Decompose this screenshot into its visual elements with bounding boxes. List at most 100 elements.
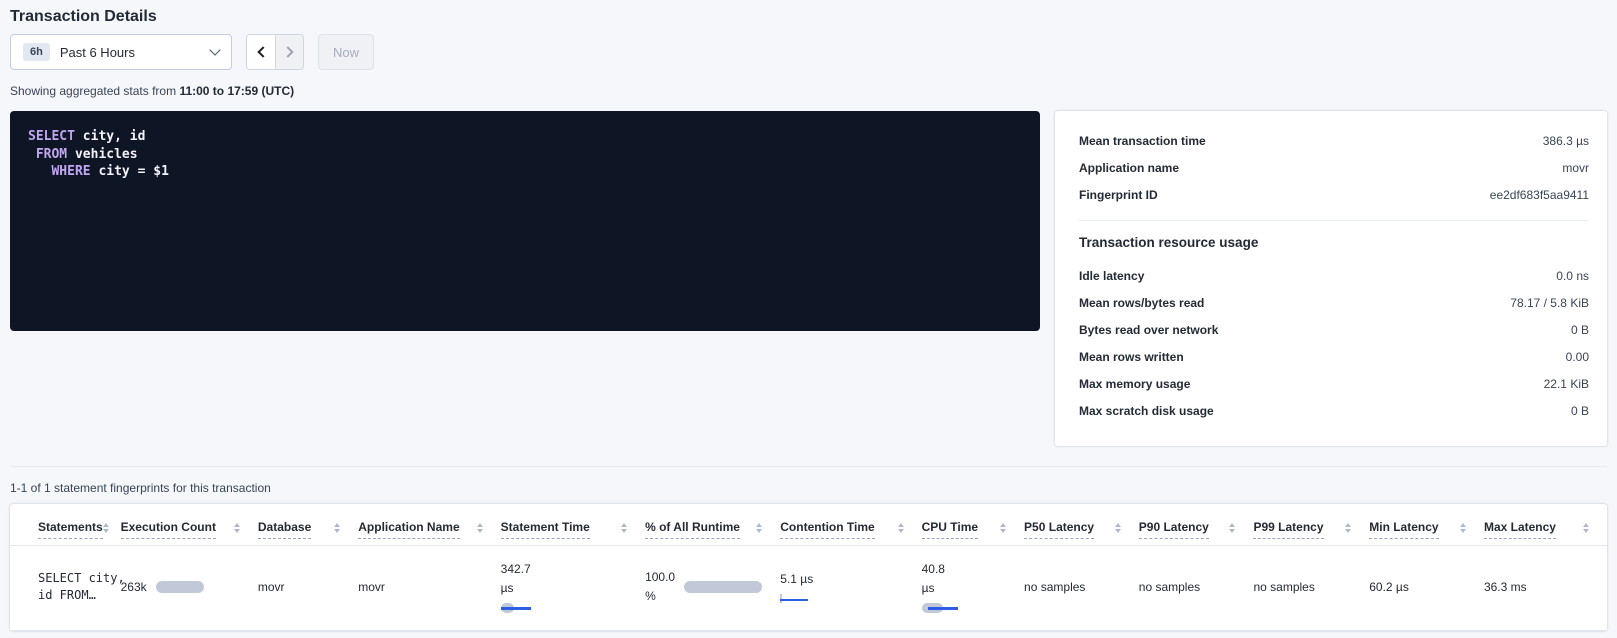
column-header-label[interactable]: P50 Latency xyxy=(1024,520,1094,539)
summary-value: 22.1 KiB xyxy=(1544,377,1589,391)
chevron-right-icon xyxy=(282,46,293,57)
time-step-buttons xyxy=(246,34,304,70)
sql-query-box: SELECT city, id FROM vehicles WHERE city… xyxy=(10,111,1040,331)
summary-value: 386.3 µs xyxy=(1543,134,1589,148)
sql-keyword: SELECT xyxy=(28,129,75,144)
column-header-label[interactable]: Statement Time xyxy=(501,520,590,539)
time-range-badge: 6h xyxy=(23,43,50,61)
column-header-label[interactable]: P90 Latency xyxy=(1139,520,1209,539)
contention-time-bar xyxy=(780,594,903,604)
summary-row: Bytes read over network 0 B xyxy=(1079,316,1589,343)
cell-p90-latency: no samples xyxy=(1139,546,1254,631)
previous-time-button[interactable] xyxy=(247,35,275,69)
column-header-statement-time[interactable]: Statement Time xyxy=(501,504,645,546)
column-header-max-latency[interactable]: Max Latency xyxy=(1484,504,1607,546)
column-header-label[interactable]: Statements xyxy=(38,520,103,539)
column-header-contention-time[interactable]: Contention Time xyxy=(780,504,921,546)
summary-value: 0.0 ns xyxy=(1556,269,1589,283)
column-header-execution-count[interactable]: Execution Count xyxy=(121,504,258,546)
cell-contention-time: 5.1 µs xyxy=(780,546,921,631)
summary-value: 0 B xyxy=(1571,323,1589,337)
column-header-label[interactable]: Execution Count xyxy=(121,520,216,539)
sort-icon[interactable] xyxy=(234,523,240,533)
sort-icon[interactable] xyxy=(756,523,762,533)
sort-icon[interactable] xyxy=(1460,523,1466,533)
transaction-details-page: Transaction Details 6h Past 6 Hours Now … xyxy=(0,0,1617,631)
summary-value: 78.17 / 5.8 KiB xyxy=(1510,296,1589,310)
cell-application-name: movr xyxy=(358,546,500,631)
resource-usage-title: Transaction resource usage xyxy=(1079,235,1589,250)
sql-keyword: WHERE xyxy=(51,164,90,179)
cell-cpu-time: 40.8µs xyxy=(922,546,1024,631)
summary-label: Idle latency xyxy=(1079,269,1144,283)
column-header-label[interactable]: Application Name xyxy=(358,520,459,539)
now-button[interactable]: Now xyxy=(318,34,374,70)
cell-statements: SELECT city,id FROM… xyxy=(10,546,121,631)
cpu-time-bar xyxy=(922,603,1006,613)
resource-usage-rows: Idle latency 0.0 ns Mean rows/bytes read 78… xyxy=(1079,262,1589,424)
summary-label: Max scratch disk usage xyxy=(1079,404,1214,418)
summary-label: Max memory usage xyxy=(1079,377,1190,391)
cell-p99-latency: no samples xyxy=(1253,546,1369,631)
summary-row: Application namemovr xyxy=(1079,154,1589,181)
aggregation-range-bold: 11:00 to 17:59 (UTC) xyxy=(179,84,294,98)
sort-icon[interactable] xyxy=(1000,523,1006,533)
column-header-label[interactable]: % of All Runtime xyxy=(645,520,740,539)
summary-label: Application name xyxy=(1079,161,1179,175)
summary-divider xyxy=(1079,220,1589,221)
sort-icon[interactable] xyxy=(1229,523,1235,533)
summary-row: Idle latency 0.0 ns xyxy=(1079,262,1589,289)
sort-icon[interactable] xyxy=(1345,523,1351,533)
chevron-down-icon xyxy=(209,44,220,55)
summary-row: Max memory usage 22.1 KiB xyxy=(1079,370,1589,397)
statement-time-bar xyxy=(501,603,627,613)
time-controls: 6h Past 6 Hours Now xyxy=(10,34,1607,70)
execution-count-bar xyxy=(156,581,204,593)
summary-label: Fingerprint ID xyxy=(1079,188,1158,202)
column-header-of-all-runtime[interactable]: % of All Runtime xyxy=(645,504,780,546)
sort-icon[interactable] xyxy=(621,523,627,533)
column-header-label[interactable]: Contention Time xyxy=(780,520,874,539)
page-title: Transaction Details xyxy=(10,6,1607,26)
column-header-label[interactable]: P99 Latency xyxy=(1253,520,1323,539)
cell-database: movr xyxy=(258,546,358,631)
column-header-statements[interactable]: Statements xyxy=(10,504,121,546)
column-header-application-name[interactable]: Application Name xyxy=(358,504,500,546)
summary-value: 0 B xyxy=(1571,404,1589,418)
column-header-label[interactable]: Max Latency xyxy=(1484,520,1556,539)
sort-icon[interactable] xyxy=(477,523,483,533)
column-header-database[interactable]: Database xyxy=(258,504,358,546)
summary-value: 0.00 xyxy=(1566,350,1589,364)
sort-icon[interactable] xyxy=(1583,523,1589,533)
sort-icon[interactable] xyxy=(1115,523,1121,533)
sort-icon[interactable] xyxy=(103,523,109,533)
column-header-label[interactable]: Database xyxy=(258,520,311,539)
statements-table: Statements Execution Count Database Applica… xyxy=(10,504,1607,631)
sql-query-text: SELECT city, id FROM vehicles WHERE city… xyxy=(28,128,1022,181)
column-header-p99-latency[interactable]: P99 Latency xyxy=(1253,504,1369,546)
sort-icon[interactable] xyxy=(334,523,340,533)
sort-icon[interactable] xyxy=(898,523,904,533)
column-header-cpu-time[interactable]: CPU Time xyxy=(922,504,1024,546)
column-header-label[interactable]: Min Latency xyxy=(1369,520,1438,539)
summary-label: Mean rows/bytes read xyxy=(1079,296,1204,310)
summary-value: ee2df683f5aa9411 xyxy=(1490,188,1589,202)
column-header-min-latency[interactable]: Min Latency xyxy=(1369,504,1484,546)
summary-label: Mean transaction time xyxy=(1079,134,1206,148)
cell-statement-time: 342.7µs xyxy=(501,546,645,631)
statements-table-card: Statements Execution Count Database Applica… xyxy=(10,504,1607,631)
aggregation-range-text: Showing aggregated stats from 11:00 to 1… xyxy=(10,84,1607,98)
time-range-dropdown[interactable]: 6h Past 6 Hours xyxy=(10,34,232,70)
summary-label: Bytes read over network xyxy=(1079,323,1218,337)
summary-rows: Mean transaction time 386.3 µs Application… xyxy=(1079,127,1589,208)
next-time-button[interactable] xyxy=(275,35,303,69)
sql-keyword: FROM xyxy=(36,147,67,162)
percent-runtime-bar xyxy=(684,581,762,593)
cell-max-latency: 36.3 ms xyxy=(1484,546,1607,631)
column-header-p90-latency[interactable]: P90 Latency xyxy=(1139,504,1254,546)
statement-link[interactable]: SELECT city,id FROM… xyxy=(38,570,103,604)
column-header-p50-latency[interactable]: P50 Latency xyxy=(1024,504,1139,546)
table-row: SELECT city,id FROM… 263k movr movr 342.… xyxy=(10,546,1607,631)
section-divider xyxy=(10,466,1607,467)
column-header-label[interactable]: CPU Time xyxy=(922,520,978,539)
